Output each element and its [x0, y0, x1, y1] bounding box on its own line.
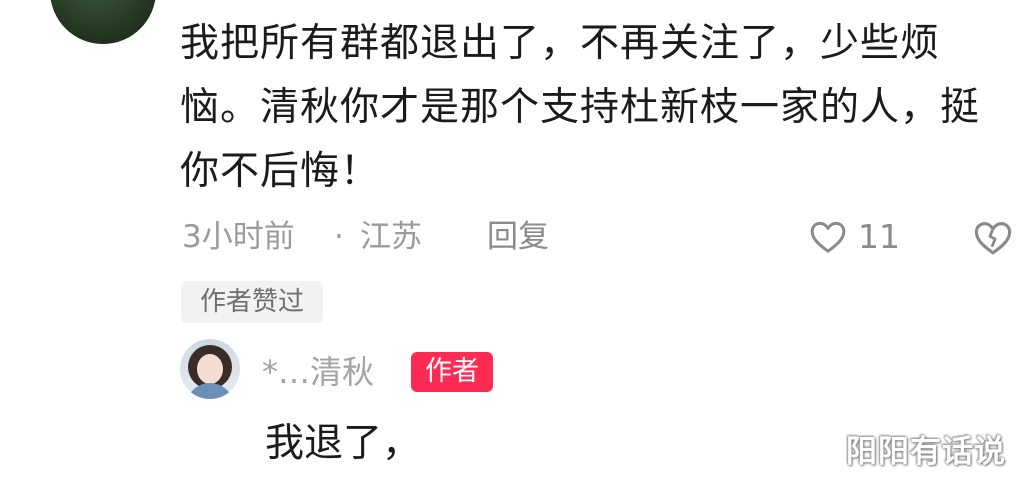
like-button[interactable]: 11	[808, 212, 900, 262]
broken-heart-icon	[974, 222, 1012, 255]
commenter-avatar[interactable]	[50, 0, 156, 44]
author-liked-tag: 作者赞过	[181, 281, 323, 323]
comment-text: 我把所有群都退出了，不再关注了，少些烦恼。清秋你才是那个支持杜新枝一家的人，挺你…	[180, 21, 981, 194]
heart-outline-icon	[810, 221, 846, 253]
reply-button[interactable]: 回复	[487, 212, 549, 262]
author-badge: 作者	[411, 352, 493, 392]
like-count: 11	[858, 217, 900, 256]
watermark-text: 阳阳有话说	[846, 434, 1006, 470]
author-avatar[interactable]	[180, 339, 240, 399]
meta-separator: ·	[334, 219, 344, 255]
comment-time: 3小时前	[182, 219, 295, 255]
dislike-button[interactable]	[972, 217, 1014, 274]
reply-author-name[interactable]: *…清秋	[262, 350, 374, 394]
comment-meta-row: 3小时前 · 江苏 回复 11	[182, 212, 1022, 262]
reply-text: 我退了，	[265, 421, 422, 466]
comment-location: 江苏	[360, 219, 422, 255]
